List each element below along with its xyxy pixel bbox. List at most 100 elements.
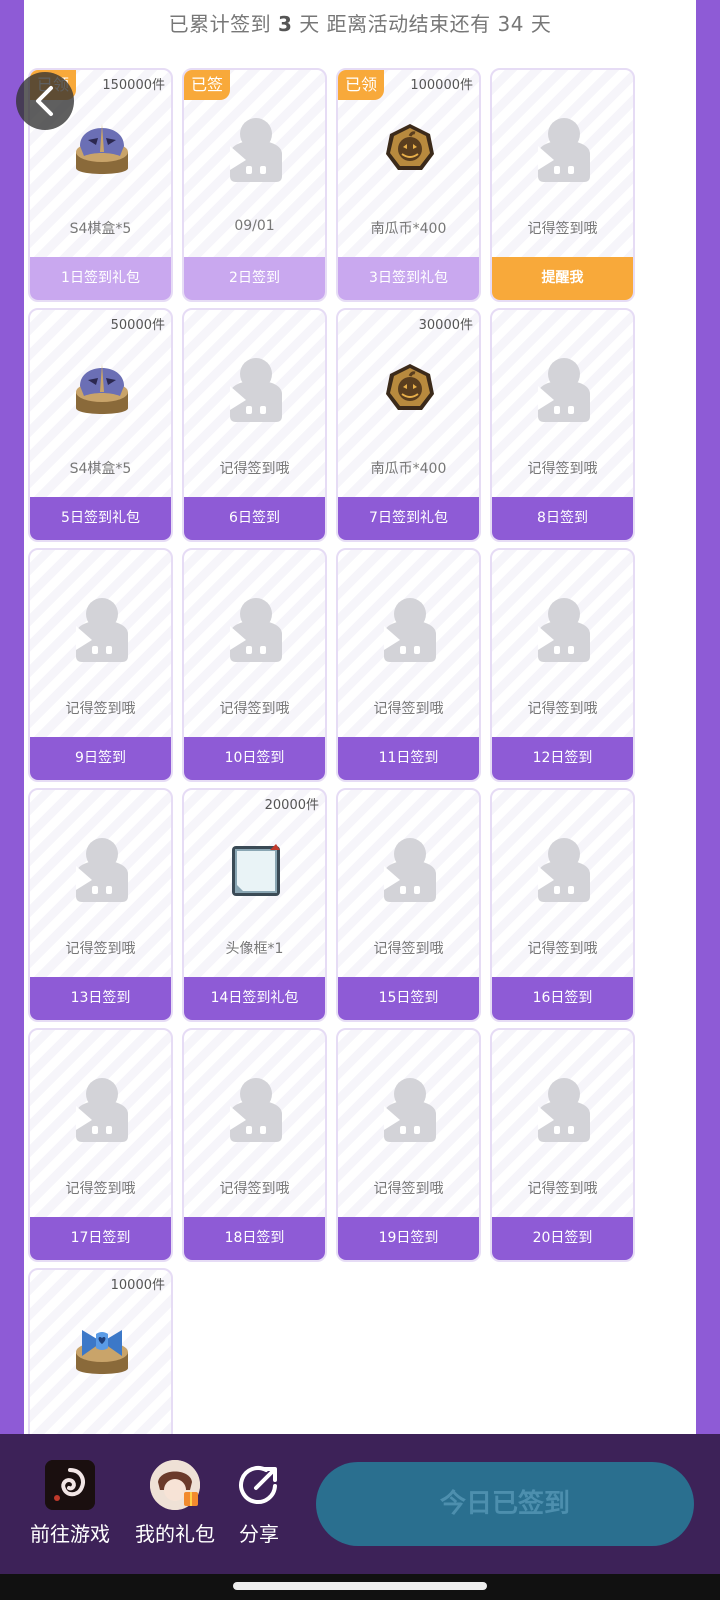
reward-card[interactable]: 记得签到哦 17日签到 bbox=[28, 1028, 173, 1262]
day-label: 14日签到礼包 bbox=[184, 977, 325, 1020]
reward-label: 记得签到哦 bbox=[65, 1181, 136, 1197]
day-label: 18日签到 bbox=[184, 1217, 325, 1260]
summary-prefix: 已累计签到 bbox=[168, 12, 272, 36]
reward-label: 记得签到哦 bbox=[373, 1181, 444, 1197]
day-label: 2日签到 bbox=[184, 257, 325, 300]
stock-count: 100000件 bbox=[410, 78, 473, 93]
mask-chest-icon bbox=[70, 112, 134, 184]
placeholder-avatar-icon bbox=[532, 112, 596, 184]
reward-card[interactable]: 记得签到哦 9日签到 bbox=[28, 548, 173, 782]
placeholder-avatar-icon bbox=[532, 352, 596, 424]
share-icon bbox=[234, 1460, 284, 1510]
reward-card[interactable]: 记得签到哦 12日签到 bbox=[490, 548, 635, 782]
day-label: 17日签到 bbox=[30, 1217, 171, 1260]
share-button[interactable]: 分享 bbox=[230, 1460, 288, 1547]
reward-card[interactable]: 记得签到哦 6日签到 bbox=[182, 308, 327, 542]
signed-today-button[interactable]: 今日已签到 bbox=[316, 1462, 694, 1546]
reward-card[interactable]: 记得签到哦 16日签到 bbox=[490, 788, 635, 1022]
reward-label: 南瓜币*400 bbox=[370, 461, 447, 477]
placeholder-avatar-icon bbox=[224, 112, 288, 184]
reward-label: 记得签到哦 bbox=[527, 941, 598, 957]
bow-chest-icon bbox=[70, 1312, 134, 1384]
reward-card[interactable]: 20000件 头像框*1 14日签到礼包 bbox=[182, 788, 327, 1022]
reward-label: 记得签到哦 bbox=[373, 941, 444, 957]
stock-count: 150000件 bbox=[102, 78, 165, 93]
reward-card[interactable]: 已签 09/01 2日签到 bbox=[182, 68, 327, 302]
pumpkin-coin-icon bbox=[378, 112, 442, 184]
my-gifts-label: 我的礼包 bbox=[135, 1522, 215, 1546]
pumpkin-coin-icon bbox=[378, 352, 442, 424]
placeholder-avatar-icon bbox=[532, 592, 596, 664]
reward-label: 记得签到哦 bbox=[65, 941, 136, 957]
placeholder-avatar-icon bbox=[224, 352, 288, 424]
reward-card[interactable]: 记得签到哦 提醒我 bbox=[490, 68, 635, 302]
reward-card[interactable]: 30000件南瓜币*400 7日签到礼包 bbox=[336, 308, 481, 542]
chevron-left-icon bbox=[36, 86, 53, 116]
reward-label: S4棋盒*5 bbox=[69, 221, 132, 237]
day-label: 1日签到礼包 bbox=[30, 257, 171, 300]
days-left: 34 bbox=[497, 12, 524, 36]
reward-label: 记得签到哦 bbox=[219, 701, 290, 717]
placeholder-avatar-icon bbox=[378, 832, 442, 904]
day-label: 19日签到 bbox=[338, 1217, 479, 1260]
reward-label: 记得签到哦 bbox=[219, 1181, 290, 1197]
day-label: 8日签到 bbox=[492, 497, 633, 540]
day-label: 11日签到 bbox=[338, 737, 479, 780]
go-game-label: 前往游戏 bbox=[30, 1522, 110, 1546]
reward-card[interactable]: 记得签到哦 8日签到 bbox=[490, 308, 635, 542]
stock-count: 10000件 bbox=[110, 1278, 165, 1293]
reward-card[interactable]: 记得签到哦 11日签到 bbox=[336, 548, 481, 782]
remind-me-button[interactable]: 提醒我 bbox=[492, 257, 633, 300]
reward-card[interactable]: 100000件 已领南瓜币*400 3日签到礼包 bbox=[336, 68, 481, 302]
my-gifts-button[interactable]: 我的礼包 bbox=[132, 1460, 218, 1547]
reward-card[interactable]: 记得签到哦 10日签到 bbox=[182, 548, 327, 782]
reward-label: 记得签到哦 bbox=[527, 1181, 598, 1197]
day-label: 5日签到礼包 bbox=[30, 497, 171, 540]
reward-card[interactable]: 记得签到哦 19日签到 bbox=[336, 1028, 481, 1262]
reward-card[interactable]: 50000件 S4棋盒*5 5日签到礼包 bbox=[28, 308, 173, 542]
avatar-frame-icon bbox=[224, 832, 288, 904]
placeholder-avatar-icon bbox=[532, 1072, 596, 1144]
signin-summary: 已累计签到 3 天 距离活动结束还有 34 天 bbox=[24, 8, 696, 37]
game-logo-icon bbox=[45, 1460, 95, 1510]
day-label: 13日签到 bbox=[30, 977, 171, 1020]
go-game-button[interactable]: 前往游戏 bbox=[28, 1460, 112, 1547]
system-nav-bar bbox=[0, 1574, 720, 1600]
reward-label: 记得签到哦 bbox=[527, 221, 598, 237]
placeholder-avatar-icon bbox=[70, 832, 134, 904]
day-label: 7日签到礼包 bbox=[338, 497, 479, 540]
reward-label: 09/01 bbox=[234, 218, 275, 234]
placeholder-avatar-icon bbox=[378, 592, 442, 664]
reward-label: 南瓜币*400 bbox=[370, 221, 447, 237]
day-label: 15日签到 bbox=[338, 977, 479, 1020]
day-label: 20日签到 bbox=[492, 1217, 633, 1260]
stock-count: 50000件 bbox=[110, 318, 165, 333]
reward-label: 记得签到哦 bbox=[527, 461, 598, 477]
day-label: 3日签到礼包 bbox=[338, 257, 479, 300]
claimed-badge: 已领 bbox=[338, 70, 384, 100]
placeholder-avatar-icon bbox=[70, 1072, 134, 1144]
placeholder-avatar-icon bbox=[224, 1072, 288, 1144]
reward-label: S4棋盒*5 bbox=[69, 461, 132, 477]
day-label: 10日签到 bbox=[184, 737, 325, 780]
day-label: 6日签到 bbox=[184, 497, 325, 540]
stock-count: 30000件 bbox=[418, 318, 473, 333]
day-label: 9日签到 bbox=[30, 737, 171, 780]
back-button[interactable] bbox=[16, 72, 74, 130]
placeholder-avatar-icon bbox=[70, 592, 134, 664]
day-label: 12日签到 bbox=[492, 737, 633, 780]
days-signed: 3 bbox=[278, 12, 293, 36]
reward-card[interactable]: 记得签到哦 13日签到 bbox=[28, 788, 173, 1022]
share-label: 分享 bbox=[239, 1522, 279, 1546]
placeholder-avatar-icon bbox=[378, 1072, 442, 1144]
reward-card[interactable]: 记得签到哦 20日签到 bbox=[490, 1028, 635, 1262]
reward-label: 记得签到哦 bbox=[219, 461, 290, 477]
summary-suffix: 天 bbox=[530, 12, 552, 36]
home-indicator[interactable] bbox=[233, 1582, 487, 1590]
reward-card[interactable]: 记得签到哦 15日签到 bbox=[336, 788, 481, 1022]
reward-card[interactable]: 记得签到哦 18日签到 bbox=[182, 1028, 327, 1262]
reward-label: 记得签到哦 bbox=[65, 701, 136, 717]
reward-label: 头像框*1 bbox=[225, 941, 284, 957]
summary-mid: 天 距离活动结束还有 bbox=[299, 12, 491, 36]
placeholder-avatar-icon bbox=[532, 832, 596, 904]
